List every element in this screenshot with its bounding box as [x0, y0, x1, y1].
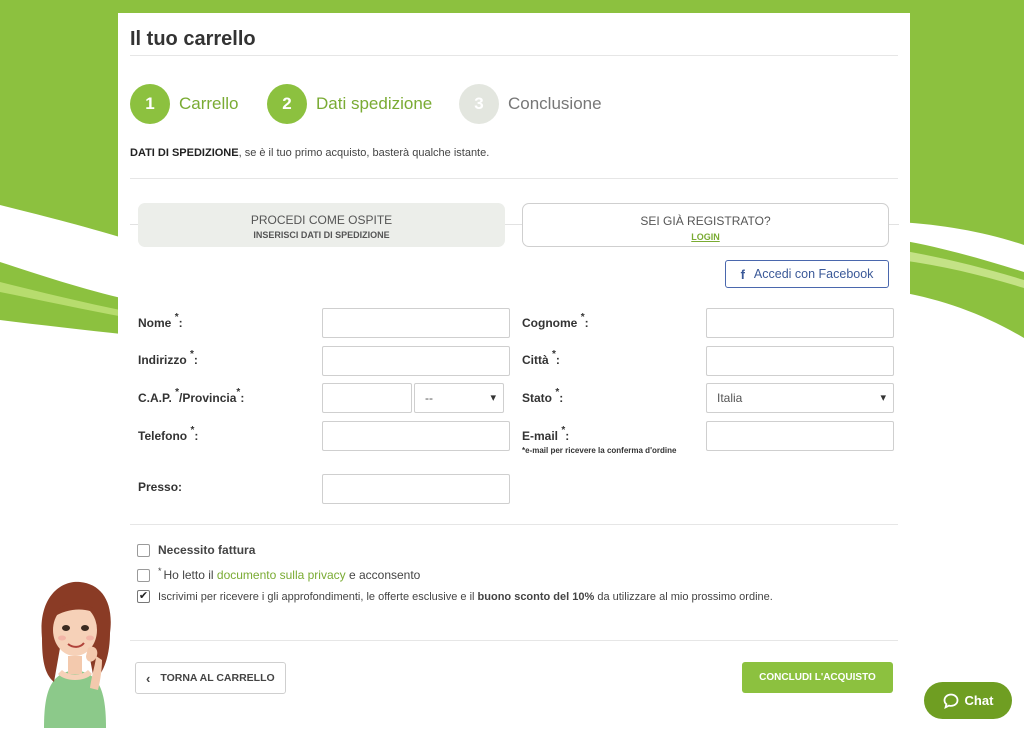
divider [130, 55, 898, 56]
email-hint: *e-mail per ricevere la conferma d'ordin… [522, 446, 677, 455]
option-line [889, 224, 899, 225]
step-label: Dati spedizione [316, 94, 433, 113]
chat-button[interactable]: Chat [924, 682, 1012, 719]
provincia-select[interactable]: -- [414, 383, 504, 413]
chevron-left-icon: ‹ [146, 670, 151, 686]
step-number: 3 [459, 84, 499, 124]
back-to-cart-button[interactable]: ‹ TORNA AL CARRELLO [135, 662, 286, 694]
privacy-checkbox-row[interactable]: * Ho letto il documento sulla privacy e … [137, 566, 421, 582]
email-label: E-mail *: [522, 425, 570, 443]
chat-bubble-icon [943, 693, 958, 709]
divider [130, 640, 898, 641]
checkout-panel: Il tuo carrello 1 Carrello 2 Dati spediz… [118, 0, 910, 733]
privacy-checkbox[interactable] [137, 568, 150, 582]
step-number: 1 [130, 84, 170, 124]
guest-subtitle: INSERISCI DATI DI SPEDIZIONE [253, 230, 390, 240]
presso-label: Presso: [138, 480, 183, 494]
telefono-label: Telefono *: [138, 425, 199, 443]
newsletter-label-pre: Iscrivimi per ricevere i gli approfondim… [158, 590, 475, 603]
email-input[interactable] [706, 421, 894, 451]
cognome-label: Cognome *: [522, 312, 589, 330]
complete-purchase-button[interactable]: CONCLUDI L'ACQUISTO [742, 662, 893, 693]
newsletter-label-post: da utilizzare al mio prossimo ordine. [597, 590, 773, 603]
intro-text: DATI DI SPEDIZIONE, se è il tuo primo ac… [130, 147, 489, 159]
step-label: Carrello [179, 94, 239, 113]
telefono-input[interactable] [322, 421, 510, 451]
invoice-checkbox[interactable] [137, 543, 150, 557]
cap-input[interactable] [322, 383, 412, 413]
step-number: 2 [267, 84, 307, 124]
facebook-button-label: Accedi con Facebook [753, 267, 874, 281]
nome-label: Nome *: [138, 312, 183, 330]
guest-title: PROCEDI COME OSPITE [250, 213, 393, 227]
top-accent-bar [118, 0, 910, 13]
divider [130, 178, 898, 179]
cognome-input[interactable] [706, 308, 894, 338]
check-icon: ✔ [138, 590, 149, 602]
privacy-label-post: e acconsento [348, 568, 421, 582]
step-dati-spedizione: 2 Dati spedizione [267, 84, 432, 124]
back-button-label: TORNA AL CARRELLO [160, 672, 275, 684]
stato-label: Stato *: [522, 387, 564, 405]
indirizzo-input[interactable] [322, 346, 510, 376]
login-title: SEI GIÀ REGISTRATO? [640, 214, 771, 228]
privacy-label-pre: Ho letto il [163, 568, 214, 582]
nome-input[interactable] [322, 308, 510, 338]
citta-input[interactable] [706, 346, 894, 376]
intro-strong: DATI DI SPEDIZIONE [130, 147, 239, 159]
invoice-checkbox-row[interactable]: Necessito fattura [137, 543, 255, 557]
intro-rest: , se è il tuo primo acquisto, basterà qu… [238, 147, 490, 159]
stato-value: Italia [717, 391, 743, 405]
step-conclusione: 3 Conclusione [459, 84, 602, 124]
facebook-login-button[interactable]: f Accedi con Facebook [725, 260, 889, 288]
privacy-document-link[interactable]: documento sulla privacy [217, 568, 346, 582]
provincia-value: -- [425, 391, 433, 405]
step-label: Conclusione [508, 94, 602, 113]
citta-label: Città *: [522, 349, 560, 367]
invoice-label: Necessito fattura [158, 543, 256, 557]
cap-provincia-label: C.A.P. */Provincia*: [138, 387, 245, 405]
facebook-icon: f [740, 266, 745, 282]
login-link[interactable]: LOGIN [523, 232, 888, 242]
option-line [505, 224, 523, 225]
newsletter-checkbox[interactable]: ✔ [137, 590, 150, 603]
divider [130, 524, 898, 525]
newsletter-label-strong: buono sconto del 10% [477, 590, 595, 603]
presso-input[interactable] [322, 474, 510, 504]
required-mark: * [158, 566, 162, 576]
chat-label: Chat [964, 693, 994, 708]
page-title: Il tuo carrello [130, 28, 256, 50]
guest-checkout-option[interactable]: PROCEDI COME OSPITE INSERISCI DATI DI SP… [138, 203, 505, 247]
login-option[interactable]: SEI GIÀ REGISTRATO? LOGIN [522, 203, 889, 247]
stato-select[interactable]: Italia [706, 383, 894, 413]
assistant-illustration [41, 581, 111, 728]
step-carrello: 1 Carrello [130, 84, 239, 124]
indirizzo-label: Indirizzo *: [138, 349, 198, 367]
newsletter-checkbox-row[interactable]: ✔ Iscrivimi per ricevere i gli approfond… [137, 590, 773, 603]
